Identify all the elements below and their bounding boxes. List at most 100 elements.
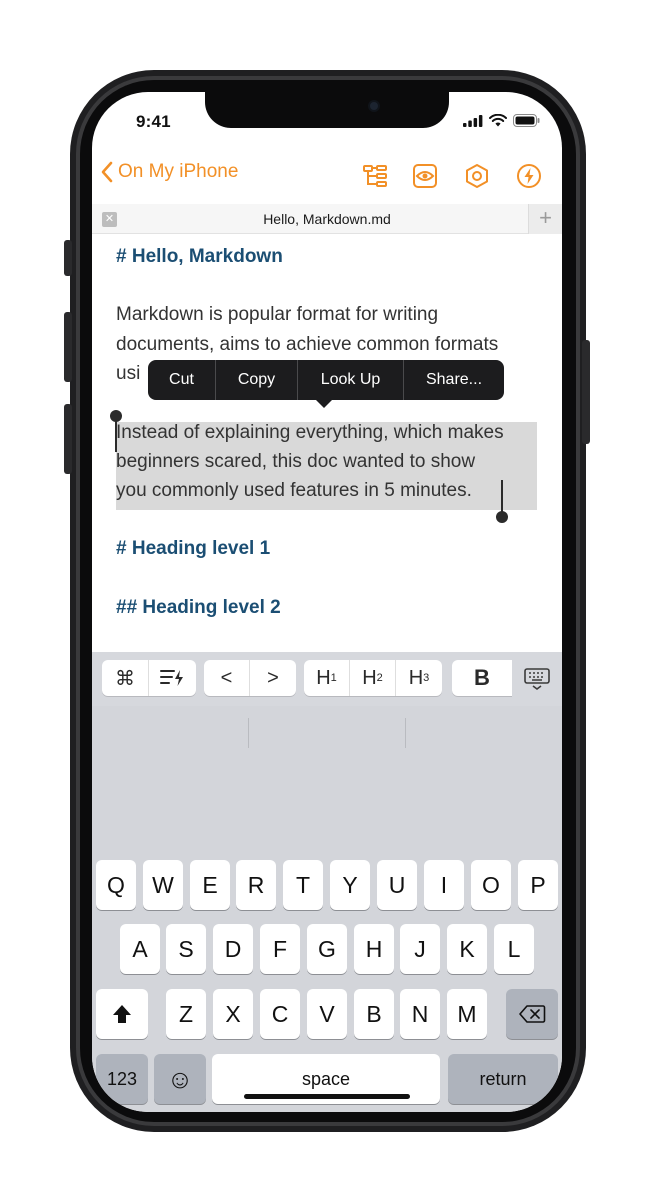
delete-key[interactable]: [506, 989, 558, 1039]
dismiss-keyboard-button[interactable]: [520, 664, 554, 694]
next-button[interactable]: >: [250, 660, 296, 696]
editor-heading-line: # Heading level 1: [116, 538, 271, 559]
outline-button[interactable]: [360, 161, 390, 191]
command-icon: ⌘: [115, 667, 135, 690]
selected-text-line: beginners scared, this doc wanted to sho…: [116, 451, 476, 472]
key-d[interactable]: D: [213, 924, 253, 974]
editor-text-line: Markdown is popular format for writing: [116, 304, 439, 325]
document-tab-bar: ✕ Hello, Markdown.md +: [92, 204, 562, 234]
notch: [205, 92, 449, 128]
shift-key[interactable]: [96, 989, 148, 1039]
key-l[interactable]: L: [494, 924, 534, 974]
cellular-signal-icon: [463, 114, 483, 127]
heading-3-subscript: 3: [423, 672, 430, 684]
actions-button[interactable]: [514, 161, 544, 191]
quick-format-button[interactable]: [149, 660, 196, 696]
settings-button[interactable]: [462, 161, 492, 191]
selection-start-caret: [115, 420, 117, 452]
volume-down-button: [64, 404, 72, 474]
bold-button[interactable]: B: [452, 660, 512, 696]
key-z[interactable]: Z: [166, 989, 206, 1039]
key-n[interactable]: N: [400, 989, 440, 1039]
back-button-label: On My iPhone: [118, 161, 239, 182]
copy-menu-item[interactable]: Copy: [216, 360, 298, 400]
markdown-toolbar: ⌘ < > H1 H2 H 3 B: [92, 652, 562, 706]
editor-text-line: documents, aims to achieve common format…: [116, 334, 499, 355]
key-f[interactable]: F: [260, 924, 300, 974]
key-v[interactable]: V: [307, 989, 347, 1039]
key-c[interactable]: C: [260, 989, 300, 1039]
shift-icon: [113, 1005, 131, 1023]
toolbar-group-headings: H1 H2 H3: [304, 660, 442, 696]
selection-end-caret: [501, 480, 503, 512]
key-y[interactable]: Y: [330, 860, 370, 910]
heading-3-button[interactable]: H3: [396, 660, 442, 696]
eye-icon: [413, 164, 437, 188]
emoji-icon: ☺: [166, 1063, 194, 1094]
share-menu-item[interactable]: Share...: [404, 360, 504, 400]
cut-menu-item[interactable]: Cut: [148, 360, 216, 400]
key-a[interactable]: A: [120, 924, 160, 974]
key-b[interactable]: B: [354, 989, 394, 1039]
status-time: 9:41: [136, 112, 171, 131]
volume-up-button: [64, 312, 72, 382]
editor-heading-line: # Hello, Markdown: [116, 246, 283, 267]
key-h[interactable]: H: [354, 924, 394, 974]
home-indicator[interactable]: [244, 1094, 410, 1099]
keyboard-dismiss-icon: [524, 668, 550, 690]
hexagon-settings-icon: [466, 164, 488, 188]
key-u[interactable]: U: [377, 860, 417, 910]
key-p[interactable]: P: [518, 860, 558, 910]
emoji-key[interactable]: ☺: [154, 1054, 206, 1104]
heading-2-label: H: [362, 666, 377, 689]
wifi-icon: [489, 114, 507, 127]
toolbar-group-bold: B: [452, 660, 512, 696]
edit-context-menu: Cut Copy Look Up Share...: [148, 360, 504, 400]
new-tab-button[interactable]: +: [528, 204, 562, 234]
selected-text-line: Instead of explaining everything, which …: [116, 422, 504, 443]
key-k[interactable]: K: [447, 924, 487, 974]
key-w[interactable]: W: [143, 860, 183, 910]
back-button[interactable]: On My iPhone: [100, 161, 238, 183]
previous-button[interactable]: <: [204, 660, 250, 696]
numbers-key[interactable]: 123: [96, 1054, 148, 1104]
key-m[interactable]: M: [447, 989, 487, 1039]
heading-1-label: H: [316, 666, 331, 689]
document-tab-title[interactable]: Hello, Markdown.md: [92, 211, 562, 227]
lightning-icon: [517, 164, 541, 188]
status-icons: [463, 114, 540, 127]
heading-2-button[interactable]: H2: [350, 660, 396, 696]
key-i[interactable]: I: [424, 860, 464, 910]
chevron-left-icon: [101, 161, 113, 183]
context-menu-arrow: [314, 398, 334, 408]
toolbar-group-commands: ⌘: [102, 660, 196, 696]
key-t[interactable]: T: [283, 860, 323, 910]
suggestion-divider: [248, 718, 249, 748]
key-j[interactable]: J: [400, 924, 440, 974]
selected-text-line: you commonly used features in 5 minutes.: [116, 480, 472, 501]
key-r[interactable]: R: [236, 860, 276, 910]
battery-icon: [513, 114, 540, 127]
key-x[interactable]: X: [213, 989, 253, 1039]
keyboard: ⌘ < > H1 H2 H 3 B Q W E R T Y U I O P A …: [92, 652, 562, 1112]
key-q[interactable]: Q: [96, 860, 136, 910]
suggestion-divider: [405, 718, 406, 748]
editor-text-line: usi: [116, 363, 141, 384]
power-button: [582, 340, 590, 444]
backspace-icon: [519, 1005, 546, 1023]
outline-icon: [363, 165, 387, 187]
front-camera: [368, 100, 380, 112]
key-o[interactable]: O: [471, 860, 511, 910]
key-s[interactable]: S: [166, 924, 206, 974]
key-e[interactable]: E: [190, 860, 230, 910]
list-lightning-icon: [159, 670, 183, 686]
heading-1-subscript: 1: [330, 672, 337, 684]
command-button[interactable]: ⌘: [102, 660, 149, 696]
key-g[interactable]: G: [307, 924, 347, 974]
selection-end-handle[interactable]: [496, 511, 508, 523]
heading-1-button[interactable]: H1: [304, 660, 350, 696]
look-up-menu-item[interactable]: Look Up: [298, 360, 404, 400]
preview-button[interactable]: [410, 161, 440, 191]
heading-2-subscript: 2: [376, 672, 383, 684]
return-key[interactable]: return: [448, 1054, 558, 1104]
